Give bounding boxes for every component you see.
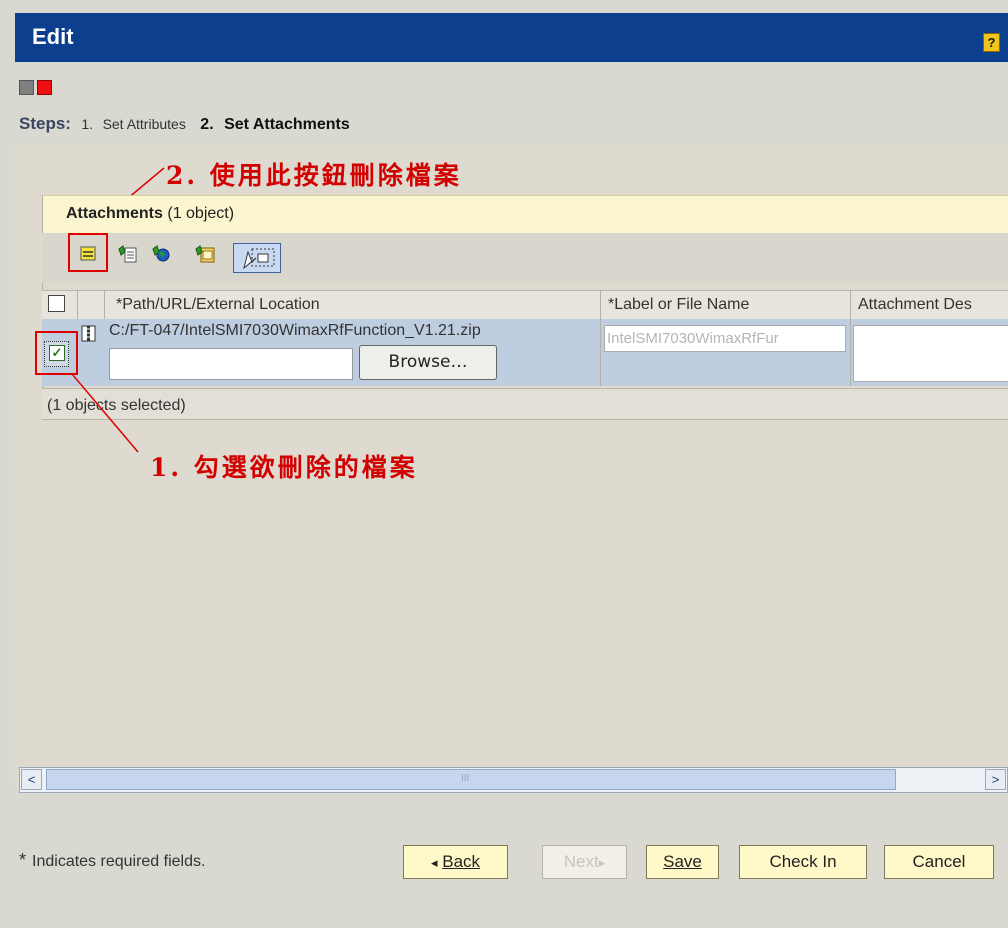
help-button[interactable]: ? — [983, 33, 1000, 52]
check-in-button-label: Check In — [769, 852, 837, 871]
select-mode-button[interactable] — [233, 243, 281, 273]
remove-attachment-icon[interactable] — [78, 243, 100, 265]
top-strip — [0, 0, 1008, 12]
add-file-icon[interactable] — [116, 243, 138, 265]
attachments-title-label: Attachments — [66, 205, 163, 222]
scroll-right-button[interactable]: > — [985, 769, 1006, 790]
back-button-label: Back — [442, 852, 481, 871]
required-note-text: Indicates required fields. — [32, 853, 206, 870]
page-title: Edit — [32, 24, 74, 49]
back-arrow-icon: ◂ — [430, 855, 438, 870]
title-bar — [15, 13, 1008, 62]
step-2-label: Set Attachments — [224, 116, 350, 133]
back-button[interactable]: ◂ Back — [403, 845, 508, 879]
save-button-label: Save — [663, 852, 702, 871]
browse-button[interactable]: Browse… — [359, 345, 497, 380]
scrollbar-thumb[interactable] — [46, 769, 896, 790]
delete-annotation: 2. 使用此按鈕刪除檔案 — [166, 161, 462, 190]
column-divider — [600, 319, 601, 386]
column-header-label[interactable]: *Label or File Name — [608, 296, 749, 314]
select-mode-icon — [243, 248, 275, 270]
column-header-path[interactable]: *Path/URL/External Location — [116, 296, 320, 314]
step-1-number: 1. — [81, 116, 94, 132]
attachments-toolbar — [42, 233, 1008, 283]
scrollbar-grip: III — [461, 773, 470, 784]
required-star: * — [19, 850, 27, 870]
select-annotation: 1. 勾選欲刪除的檔案 — [150, 453, 418, 482]
check-in-button[interactable]: Check In — [739, 845, 867, 879]
attachments-title: Attachments (1 object) — [66, 205, 234, 223]
steps-label: Steps: — [19, 114, 71, 133]
next-arrow-icon: ▸ — [598, 855, 606, 870]
cancel-button[interactable]: Cancel — [884, 845, 994, 879]
steps-breadcrumb: Steps: 1. Set Attributes 2. Set Attachme… — [19, 114, 350, 134]
attachment-path: C:/FT-047/IntelSMI7030WimaxRfFunction_V1… — [109, 322, 481, 339]
next-button[interactable]: Next▸ — [542, 845, 627, 879]
zip-file-icon — [79, 324, 99, 342]
checkbox-highlight — [35, 331, 78, 375]
add-document-icon[interactable] — [193, 243, 215, 265]
description-input[interactable] — [853, 325, 1008, 382]
column-header-description[interactable]: Attachment Des — [858, 296, 972, 314]
attachments-count: (1 object) — [167, 205, 235, 222]
required-fields-note: * Indicates required fields. — [19, 850, 205, 871]
step-2-number: 2. — [200, 116, 214, 133]
column-divider — [850, 319, 851, 386]
table-footer — [42, 388, 1008, 420]
select-annotation-line — [71, 373, 139, 453]
save-button[interactable]: Save — [646, 845, 719, 879]
label-input[interactable]: IntelSMI7030WimaxRfFur — [604, 325, 846, 352]
scroll-left-button[interactable]: < — [21, 769, 42, 790]
cancel-button-label: Cancel — [912, 852, 966, 871]
status-indicator-gray — [19, 80, 34, 95]
next-button-label: Next — [563, 852, 599, 871]
add-url-icon[interactable] — [150, 243, 172, 265]
select-all-checkbox[interactable] — [48, 295, 65, 312]
step-1-label[interactable]: Set Attributes — [103, 116, 186, 132]
status-indicator-red — [37, 80, 52, 95]
